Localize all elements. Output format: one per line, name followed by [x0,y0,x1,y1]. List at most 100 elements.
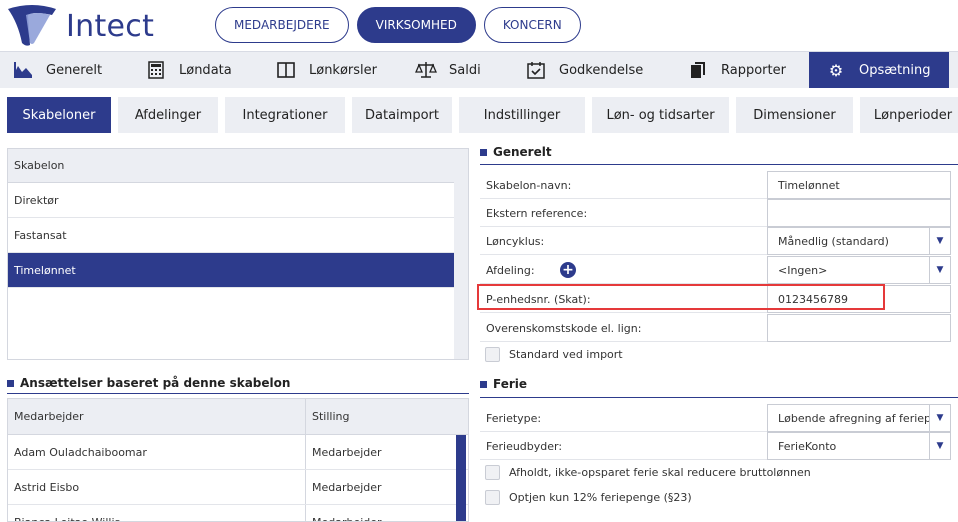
nav-rapporter[interactable]: Rapporter [673,52,809,88]
top-tab-virksomhed[interactable]: VIRKSOMHED [356,7,476,43]
row-agreement-code: Overenskomstskode el. lign: [480,314,951,342]
calculator-icon [145,59,167,81]
row-template-name: Skabelon-navn: Timelønnet [480,171,951,199]
top-tab-koncern[interactable]: KONCERN [483,7,581,43]
row-external-ref: Ekstern reference: [480,199,951,227]
agreement-code-input[interactable] [767,314,951,342]
chevron-down-icon[interactable]: ▼ [929,257,950,283]
subtab-loen-og-tidsarter[interactable]: Løn- og tidsarter [592,97,729,133]
calendar-check-icon [525,59,547,81]
add-department-icon[interactable]: + [560,262,576,278]
department-select[interactable]: <Ingen> ▼ [767,256,951,284]
nav-loenkoersler[interactable]: Lønkørsler [261,52,403,88]
default-import-label: Standard ved import [509,347,623,361]
section-bullet-icon [7,379,14,387]
top-tab-medarbejdere[interactable]: MEDARBEJDERE [215,7,349,43]
main-nav: Generelt Løndata Lønkørsler Saldi Godken… [0,51,958,88]
chevron-down-icon[interactable]: ▼ [929,228,950,254]
subtab-loenperioder[interactable]: Lønperioder [860,97,958,133]
scale-icon [415,59,437,81]
reduce-gross-checkbox-row[interactable]: Afholdt, ikke-opsparet ferie skal reduce… [480,461,811,483]
template-row-timeloennet[interactable]: Timelønnet [8,253,468,288]
vacation-type-value: Løbende afregning af feriepe... [778,411,949,425]
template-row-direktoer[interactable]: Direktør [8,183,468,218]
section-divider [7,393,469,394]
subtab-skabeloner[interactable]: Skabeloner [7,97,111,133]
agreement-code-label: Overenskomstskode el. lign: [486,321,642,335]
nav-label: Løndata [179,62,232,78]
subtab-indstillinger[interactable]: Indstillinger [459,97,585,133]
chart-icon [12,59,34,81]
nav-generelt[interactable]: Generelt [0,52,131,88]
chevron-down-icon[interactable]: ▼ [929,433,950,459]
reduce-gross-label: Afholdt, ikke-opsparet ferie skal reduce… [509,465,811,479]
template-name-label: Skabelon-navn: [486,178,572,192]
template-row-fastansat[interactable]: Fastansat [8,218,468,253]
templates-header[interactable]: Skabelon [8,149,468,183]
external-ref-input[interactable] [767,199,951,227]
accrue-12-label: Optjen kun 12% feriepenge (§23) [509,490,692,504]
external-ref-label: Ekstern reference: [486,206,588,220]
employments-scrollbar[interactable] [456,435,466,521]
pay-cycle-select[interactable]: Månedlig (standard) ▼ [767,227,951,255]
vacation-provider-label: Ferieudbyder: [486,439,563,453]
vacation-title: Ferie [480,377,527,391]
header: Intect MEDARBEJDERE VIRKSOMHED KONCERN [0,0,958,51]
vacation-provider-value: FerieKonto [778,439,837,453]
nav-label: Lønkørsler [309,62,377,78]
templates-scrollbar[interactable] [454,149,468,359]
default-import-checkbox[interactable] [485,346,500,362]
nav-label: Rapporter [721,62,786,78]
subtab-dataimport[interactable]: Dataimport [352,97,452,133]
vacation-provider-select[interactable]: FerieKonto ▼ [767,432,951,460]
intect-logo-icon [8,5,56,46]
table-row[interactable]: Astrid Eisbo Medarbejder [8,470,468,505]
logo-text: Intect [66,8,155,44]
cell-position: Medarbejder [312,480,382,494]
nav-loendata[interactable]: Løndata [131,52,261,88]
vacation-type-select[interactable]: Løbende afregning af feriepe... ▼ [767,404,951,432]
gear-icon: ⚙ [828,60,844,80]
default-import-checkbox-row[interactable]: Standard ved import [480,343,623,365]
cell-employee: Adam Ouladchaiboomar [8,435,306,469]
nav-label: Generelt [46,62,103,78]
row-pay-cycle: Løncyklus: Månedlig (standard) ▼ [480,227,951,255]
nav-label: Opsætning [859,62,931,78]
section-divider [480,397,958,398]
table-row[interactable]: Adam Ouladchaiboomar Medarbejder [8,435,468,470]
employments-title: Ansættelser baseret på denne skabelon [7,376,290,390]
row-vacation-provider: Ferieudbyder: FerieKonto ▼ [480,432,951,460]
accrue-12-checkbox[interactable] [485,489,500,505]
column-header-stilling[interactable]: Stilling [306,399,468,434]
cell-position: Medarbejder [312,445,382,459]
employments-table: Medarbejder Stilling Adam Ouladchaibooma… [7,398,469,522]
subtab-integrationer[interactable]: Integrationer [225,97,345,133]
pay-cycle-value: Månedlig (standard) [778,234,889,248]
templates-table: Skabelon Direktør Fastansat Timelønnet [7,148,469,360]
nav-saldi[interactable]: Saldi [403,52,513,88]
vacation-type-label: Ferietype: [486,411,542,425]
logo[interactable]: Intect [4,2,204,50]
row-vacation-type: Ferietype: Løbende afregning af feriepe.… [480,404,951,432]
nav-opsaetning[interactable]: ⚙ Opsætning [809,52,949,88]
documents-icon [687,59,709,81]
cell-employee: Astrid Eisbo [8,470,306,504]
subtab-dimensioner[interactable]: Dimensioner [736,97,853,133]
chevron-down-icon[interactable]: ▼ [929,405,950,431]
column-header-medarbejder[interactable]: Medarbejder [8,399,306,434]
nav-label: Godkendelse [559,62,644,78]
table-row[interactable]: Bianca Leitao Willis Medarbejder [8,505,468,522]
template-name-input[interactable]: Timelønnet [767,171,951,199]
department-label: Afdeling: [486,263,535,277]
nav-godkendelse[interactable]: Godkendelse [513,52,673,88]
book-icon [275,59,297,81]
highlight-box [477,284,885,310]
subtab-afdelinger[interactable]: Afdelinger [118,97,218,133]
section-divider [480,164,958,165]
accrue-12-checkbox-row[interactable]: Optjen kun 12% feriepenge (§23) [480,486,692,508]
section-bullet-icon [480,380,487,388]
reduce-gross-checkbox[interactable] [485,464,500,480]
section-bullet-icon [480,148,487,156]
pay-cycle-label: Løncyklus: [486,234,545,248]
cell-position: Medarbejder [312,515,382,522]
